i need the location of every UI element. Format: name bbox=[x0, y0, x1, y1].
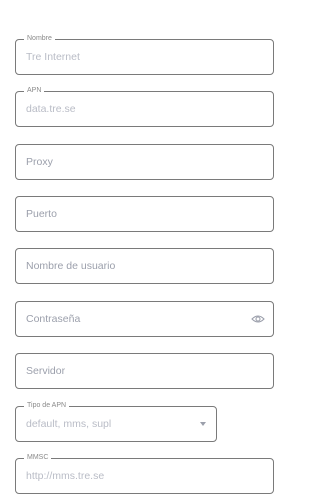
proxy-field-placeholder: Proxy bbox=[26, 156, 53, 168]
mmsc-field[interactable]: MMSC http://mms.tre.se bbox=[15, 454, 274, 494]
apn-field-value: data.tre.se bbox=[26, 103, 76, 115]
mmsc-field-value: http://mms.tre.se bbox=[26, 470, 105, 482]
name-field-value: Tre Internet bbox=[26, 51, 80, 63]
username-field[interactable]: Nombre de usuario bbox=[15, 248, 274, 284]
password-field[interactable]: Contraseña bbox=[15, 301, 274, 337]
eye-icon[interactable] bbox=[251, 314, 265, 324]
dropdown-arrow-icon bbox=[200, 422, 206, 426]
apn-field[interactable]: APN data.tre.se bbox=[15, 87, 274, 127]
apn-type-dropdown[interactable]: Tipo de APN default, mms, supl bbox=[15, 402, 217, 442]
apn-type-value: default, mms, supl bbox=[26, 418, 112, 430]
username-field-placeholder: Nombre de usuario bbox=[26, 260, 116, 272]
server-field[interactable]: Servidor bbox=[15, 353, 274, 389]
port-field-placeholder: Puerto bbox=[26, 208, 57, 220]
server-field-placeholder: Servidor bbox=[26, 365, 66, 377]
proxy-field[interactable]: Proxy bbox=[15, 144, 274, 180]
port-field[interactable]: Puerto bbox=[15, 196, 274, 232]
apn-edit-screen: { "fields": { "name": { "label": "Nombre… bbox=[0, 0, 285, 500]
name-field[interactable]: Nombre Tre Internet bbox=[15, 35, 274, 75]
password-field-placeholder: Contraseña bbox=[26, 313, 81, 325]
